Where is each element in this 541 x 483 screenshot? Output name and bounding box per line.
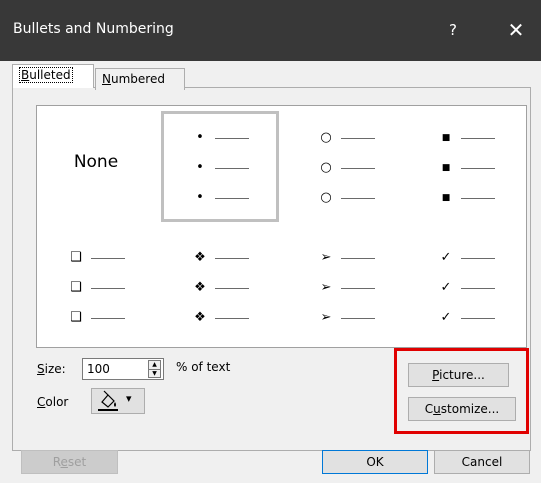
bullet-diamond-icon: ❖ [194,280,206,295]
chevron-down-icon: ▾ [126,392,132,405]
bullet-circle-icon: ○ [320,190,332,205]
spin-down-icon[interactable]: ▼ [149,369,160,377]
spinner-buttons: ▲ ▼ [148,360,161,378]
bullet-dot-icon: • [196,130,204,145]
tab-numbered[interactable]: Numbered [95,68,185,90]
spin-up-icon[interactable]: ▲ [149,361,160,369]
bullet-box-icon: ❑ [70,280,82,295]
bullet-option-arrow[interactable]: ➢ ➢ ➢ [287,236,405,347]
bullet-check-icon: ✓ [440,250,452,265]
dialog-title: Bullets and Numbering [13,21,174,37]
reset-button[interactable]: Reset [21,450,118,474]
bullet-dot-icon: • [196,190,204,205]
title-bar: Bullets and Numbering ? ✕ [0,0,541,61]
bullet-circle-icon: ○ [320,160,332,175]
bullet-gallery: None • • • ○ ○ ○ ■ ■ ■ ❑ ❑ ❑ ❖ ❖ ❖ ➢ ➢ ➢… [36,105,527,348]
size-value: 100 [87,362,110,376]
tab-bulleted[interactable]: Bulleted [12,64,94,88]
bullet-square-icon: ■ [441,163,451,173]
bullet-square-icon: ■ [441,193,451,203]
bullet-option-square[interactable]: ■ ■ ■ [407,111,525,222]
bullet-option-dot[interactable]: • • • [161,111,279,222]
ok-button[interactable]: OK [322,450,428,474]
bullet-check-icon: ✓ [440,310,452,325]
bullet-option-check[interactable]: ✓ ✓ ✓ [407,236,525,347]
bullet-diamond-icon: ❖ [194,310,206,325]
close-button[interactable]: ✕ [500,12,532,48]
bullet-arrow-icon: ➢ [320,280,332,295]
bullet-arrow-icon: ➢ [320,310,332,325]
bullet-box-icon: ❑ [70,310,82,325]
size-label: Size: [37,362,66,376]
none-label: None [73,152,119,172]
highlight-annotation [394,348,529,434]
color-picker-button[interactable]: ▾ [91,388,145,414]
paint-bucket-icon [98,390,118,411]
size-spinner[interactable]: 100 ▲ ▼ [82,358,164,380]
bullet-square-icon: ■ [441,133,451,143]
bullet-option-circle[interactable]: ○ ○ ○ [287,111,405,222]
bullet-check-icon: ✓ [440,280,452,295]
bullet-arrow-icon: ➢ [320,250,332,265]
bullet-dot-icon: • [196,160,204,175]
bullet-diamond-icon: ❖ [194,250,206,265]
bullet-circle-icon: ○ [320,130,332,145]
cancel-button[interactable]: Cancel [434,450,530,474]
bullet-option-box[interactable]: ❑ ❑ ❑ [37,236,155,347]
size-suffix: % of text [176,360,231,374]
bullet-box-icon: ❑ [70,250,82,265]
help-button[interactable]: ? [441,14,465,46]
color-label: Color [37,395,69,409]
bullet-option-diamond[interactable]: ❖ ❖ ❖ [161,236,279,347]
bullet-option-none[interactable]: None [37,106,155,217]
